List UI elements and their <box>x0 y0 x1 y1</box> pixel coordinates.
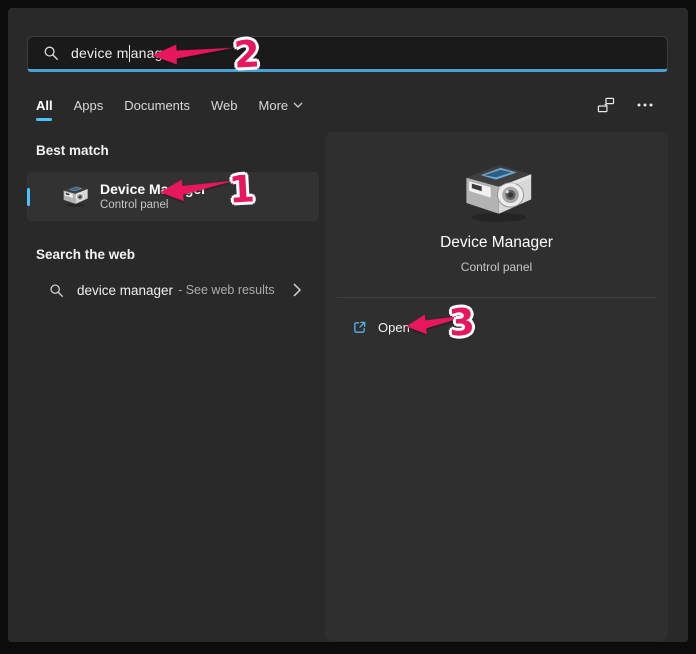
annotation-step-3: 3 <box>448 303 476 341</box>
tab-more-label: More <box>259 98 289 113</box>
more-options-icon[interactable] <box>634 95 656 115</box>
account-icon[interactable] <box>594 95 616 115</box>
search-icon <box>49 283 64 298</box>
search-input[interactable]: device manager <box>27 36 668 72</box>
web-result-suffix: - See web results <box>178 283 275 297</box>
web-search-result[interactable]: device manager - See web results <box>27 271 319 309</box>
device-manager-app-icon <box>59 183 91 210</box>
tab-all[interactable]: All <box>36 98 53 113</box>
results-column: Best match Device Manager Control panel … <box>27 128 319 309</box>
tab-all-label: All <box>36 98 53 113</box>
tab-apps[interactable]: Apps <box>74 98 104 113</box>
divider <box>337 297 656 298</box>
annotation-step-1: 1 <box>228 170 256 208</box>
tab-bar-actions <box>594 95 668 115</box>
search-web-header: Search the web <box>36 247 319 262</box>
tab-more[interactable]: More <box>259 98 304 113</box>
annotation-arrow-step-2 <box>152 41 235 68</box>
tab-web[interactable]: Web <box>211 98 238 113</box>
open-action[interactable]: Open <box>339 310 654 344</box>
tab-web-label: Web <box>211 98 238 113</box>
chevron-right-icon[interactable] <box>293 283 301 297</box>
tab-documents-label: Documents <box>124 98 190 113</box>
tab-apps-label: Apps <box>74 98 104 113</box>
search-filter-tabs: All Apps Documents Web More <box>27 90 668 120</box>
selection-accent-bar <box>27 188 30 206</box>
search-query-before-caret: device m <box>71 45 129 61</box>
preview-panel: Device Manager Control panel Open <box>325 132 668 641</box>
web-result-query: device manager <box>77 283 173 298</box>
device-manager-app-icon-large <box>453 158 541 230</box>
best-match-header: Best match <box>36 143 319 158</box>
preview-title: Device Manager <box>325 234 668 252</box>
chevron-down-icon <box>293 102 303 108</box>
search-icon <box>43 45 59 61</box>
open-external-icon <box>352 320 367 335</box>
windows-search-flyout: device manager All Apps Documents Web Mo… <box>8 8 688 642</box>
preview-subtitle: Control panel <box>325 260 668 274</box>
tab-documents[interactable]: Documents <box>124 98 190 113</box>
annotation-step-2: 2 <box>233 35 261 73</box>
